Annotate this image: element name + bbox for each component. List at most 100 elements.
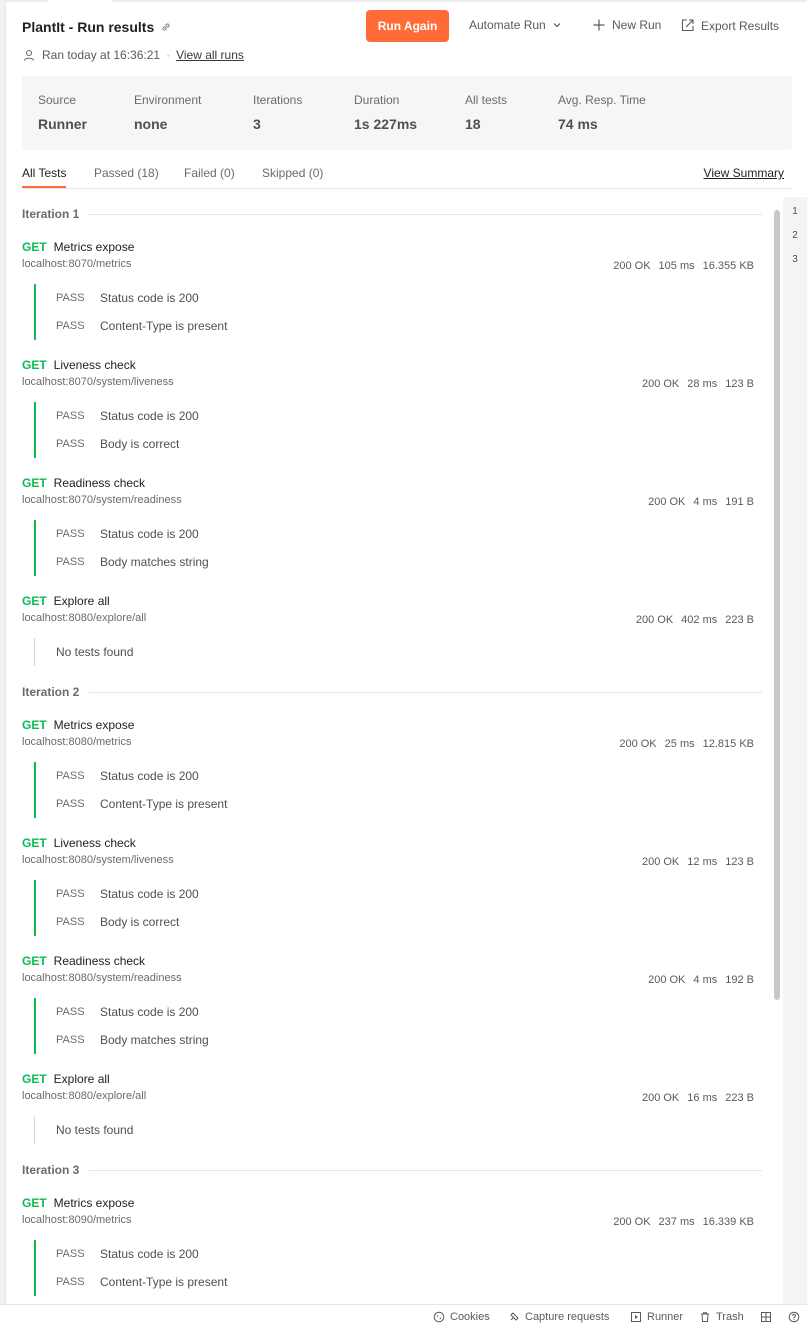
capture-requests-button[interactable]: Capture requests [508, 1311, 609, 1323]
response-time[interactable]: 105 ms [659, 260, 695, 272]
scrollbar[interactable] [773, 206, 781, 1304]
request-url-row: localhost:8080/system/readiness 200 OK 4 m… [22, 972, 762, 988]
request-name[interactable]: Readiness check [54, 954, 145, 968]
response-size[interactable]: 223 B [725, 1092, 754, 1104]
request-url: localhost:8080/explore/all [22, 612, 147, 624]
request-name[interactable]: Explore all [54, 594, 110, 608]
request-method: GET [22, 594, 47, 608]
iteration-block: Iteration 2 GET Metrics expose localhost:80… [22, 684, 762, 1144]
test-row: PASS Content-Type is present [56, 312, 762, 340]
cookies-button[interactable]: Cookies [433, 1311, 490, 1323]
new-run-button[interactable]: New Run [592, 18, 661, 32]
run-again-button[interactable]: Run Again [366, 10, 449, 42]
request-name[interactable]: Liveness check [54, 358, 136, 372]
view-summary-link[interactable]: View Summary [704, 166, 784, 180]
trash-button[interactable]: Trash [699, 1311, 744, 1323]
response-status[interactable]: 200 OK [642, 1092, 679, 1104]
test-row: PASS Content-Type is present [56, 790, 762, 818]
response-size[interactable]: 223 B [725, 614, 754, 626]
request-name[interactable]: Readiness check [54, 476, 145, 490]
layout-toggle-button[interactable] [760, 1311, 772, 1323]
iteration-jump-2[interactable]: 2 [783, 223, 807, 247]
response-size[interactable]: 123 B [725, 856, 754, 868]
link-icon[interactable] [160, 21, 172, 33]
request-name[interactable]: Metrics expose [54, 240, 135, 254]
response-size[interactable]: 191 B [725, 496, 754, 508]
test-name: Status code is 200 [100, 887, 199, 901]
test-status-badge: PASS [56, 1034, 85, 1046]
iteration-jump-1[interactable]: 1 [783, 199, 807, 223]
response-status[interactable]: 200 OK [648, 974, 685, 986]
request-name[interactable]: Explore all [54, 1072, 110, 1086]
test-list: PASS Status code is 200 PASS Body matches s… [34, 998, 762, 1054]
cookie-icon [433, 1311, 445, 1323]
request-result[interactable]: GET Explore all localhost:8080/explore/all… [22, 1072, 762, 1144]
satellite-icon [508, 1311, 520, 1323]
tab-skipped[interactable]: Skipped (0) [262, 166, 323, 180]
request-name[interactable]: Metrics expose [54, 1196, 135, 1210]
response-status[interactable]: 200 OK [642, 378, 679, 390]
results-list[interactable]: Iteration 1 GET Metrics expose localhost:80… [22, 206, 762, 1304]
chevron-down-icon [552, 20, 562, 30]
response-time[interactable]: 4 ms [693, 974, 717, 986]
page-title: PlantIt - Run results [22, 19, 172, 35]
new-run-label: New Run [612, 18, 662, 32]
response-size[interactable]: 123 B [725, 378, 754, 390]
request-result[interactable]: GET Explore all localhost:8080/explore/all… [22, 594, 762, 666]
request-result[interactable]: GET Readiness check localhost:8070/system/… [22, 476, 762, 576]
response-time[interactable]: 28 ms [687, 378, 717, 390]
stat-label: Iterations [253, 93, 303, 107]
request-result[interactable]: GET Metrics expose localhost:8090/metrics 2… [22, 1196, 762, 1296]
test-row: PASS Body is correct [56, 430, 762, 458]
request-name[interactable]: Metrics expose [54, 718, 135, 732]
test-row: PASS Body is correct [56, 908, 762, 936]
response-status[interactable]: 200 OK [613, 1216, 650, 1228]
help-button[interactable] [788, 1311, 800, 1323]
test-status-badge: PASS [56, 438, 85, 450]
test-name: Status code is 200 [100, 291, 199, 305]
scrollbar-thumb[interactable] [774, 210, 780, 1000]
run-stats-panel: Source Runner Environment none Iteration… [22, 76, 792, 150]
request-result[interactable]: GET Metrics expose localhost:8070/metrics 2… [22, 240, 762, 340]
response-time[interactable]: 237 ms [659, 1216, 695, 1228]
iteration-jump-3[interactable]: 3 [783, 247, 807, 271]
request-url-row: localhost:8080/system/liveness 200 OK 12 m… [22, 854, 762, 870]
tab-passed[interactable]: Passed (18) [94, 166, 159, 180]
response-size[interactable]: 12.815 KB [703, 738, 754, 750]
automate-run-dropdown[interactable]: Automate Run [469, 18, 562, 32]
test-name: Content-Type is present [100, 1275, 228, 1289]
separator-dot: · [166, 48, 171, 62]
response-status[interactable]: 200 OK [648, 496, 685, 508]
response-time[interactable]: 25 ms [665, 738, 695, 750]
response-time[interactable]: 16 ms [687, 1092, 717, 1104]
capture-requests-label: Capture requests [525, 1311, 610, 1323]
request-name[interactable]: Liveness check [54, 836, 136, 850]
request-result[interactable]: GET Liveness check localhost:8070/system/l… [22, 358, 762, 458]
trash-icon [699, 1311, 711, 1323]
response-status[interactable]: 200 OK [636, 614, 673, 626]
response-status[interactable]: 200 OK [613, 260, 650, 272]
request-result[interactable]: GET Readiness check localhost:8080/system/… [22, 954, 762, 1054]
iteration-label: Iteration 2 [22, 685, 80, 699]
response-status[interactable]: 200 OK [619, 738, 656, 750]
request-url: localhost:8080/system/readiness [22, 972, 182, 984]
response-time[interactable]: 12 ms [687, 856, 717, 868]
export-results-button[interactable]: Export Results [680, 18, 779, 33]
request-method: GET [22, 358, 47, 372]
response-size[interactable]: 16.355 KB [703, 260, 754, 272]
request-result[interactable]: GET Metrics expose localhost:8080/metrics 2… [22, 718, 762, 818]
tab-failed[interactable]: Failed (0) [184, 166, 235, 180]
response-time[interactable]: 4 ms [693, 496, 717, 508]
response-status[interactable]: 200 OK [642, 856, 679, 868]
tab-all-tests[interactable]: All Tests [22, 166, 67, 188]
active-tab-hint [48, 0, 112, 2]
request-url: localhost:8070/metrics [22, 258, 132, 270]
stat-all-tests: All tests 18 [465, 93, 507, 132]
runner-results-view: PlantIt - Run results Run Again Automate… [0, 0, 807, 1304]
response-size[interactable]: 16.339 KB [703, 1216, 754, 1228]
response-size[interactable]: 192 B [725, 974, 754, 986]
view-all-runs-link[interactable]: View all runs [176, 48, 244, 62]
request-result[interactable]: GET Liveness check localhost:8080/system/l… [22, 836, 762, 936]
response-time[interactable]: 402 ms [681, 614, 717, 626]
runner-button[interactable]: Runner [630, 1311, 683, 1323]
